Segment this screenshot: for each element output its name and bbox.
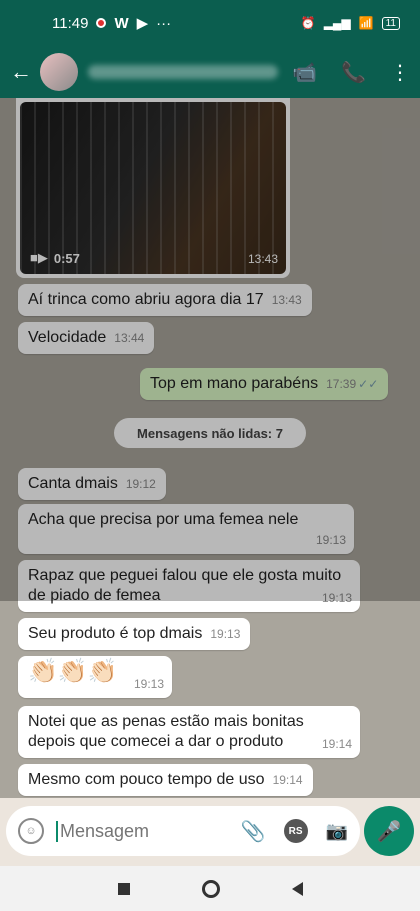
video-camera-icon: ■▶	[30, 250, 48, 265]
message-text: Aí trinca como abriu agora dia 17	[28, 291, 264, 308]
message-text: Notei que as penas estão mais bonitas de…	[28, 713, 304, 750]
message-time: 13:44	[114, 331, 145, 345]
back-nav-icon[interactable]	[291, 881, 303, 896]
camera-icon[interactable]: 📷	[326, 821, 348, 842]
signal-icon: ▂▄▆	[323, 16, 351, 30]
message-bubble[interactable]: Velocidade 13:44	[18, 322, 155, 354]
message-text: Rapaz que peguei falou que ele gosta mui…	[28, 567, 342, 604]
message-time: 19:13	[210, 627, 241, 641]
alarm-icon: ⏰	[300, 16, 316, 30]
composer-bar: ☺ 📎 RS 📷 🎤	[0, 798, 420, 866]
recents-icon[interactable]	[117, 882, 130, 895]
message-text: Velocidade	[28, 329, 107, 346]
message-bubble[interactable]: Aí trinca como abriu agora dia 17 13:43	[18, 284, 312, 316]
read-ticks-icon: ✓✓	[358, 377, 379, 391]
mic-icon: 🎤	[376, 820, 402, 843]
video-thumbnail[interactable]: ■▶ 0:57 13:43	[20, 102, 286, 274]
message-bubble[interactable]: 👏🏻👏🏻👏🏻 19:13	[18, 656, 172, 698]
message-text: 👏🏻👏🏻👏🏻	[28, 658, 118, 685]
cage-bars	[20, 102, 286, 274]
wifi-icon: 📶	[358, 16, 374, 30]
unread-divider: Mensagens não lidas: 7	[114, 418, 306, 448]
chat-area[interactable]: ■▶ 0:57 13:43 Aí trinca como abriu agora…	[0, 98, 420, 798]
payment-rs-icon[interactable]: RS	[283, 819, 308, 843]
video-call-icon[interactable]: 📹	[292, 60, 317, 85]
message-text: Mesmo com pouco tempo de uso	[28, 771, 265, 788]
battery-icon: 11	[381, 16, 400, 30]
home-icon[interactable]	[201, 879, 220, 898]
app-w-icon: W	[114, 14, 129, 32]
message-time: 19:13	[321, 591, 352, 605]
message-text: Canta dmais	[28, 475, 118, 492]
more-options-icon[interactable]: ⋮	[390, 60, 410, 85]
battery-level: 11	[385, 17, 396, 29]
more-notifications-icon: ···	[156, 14, 172, 32]
video-duration: 0:57	[53, 250, 80, 266]
message-bubble[interactable]: Mesmo com pouco tempo de uso 19:14	[18, 764, 313, 796]
mic-button[interactable]: 🎤	[364, 806, 414, 856]
voice-call-icon[interactable]: 📞	[341, 60, 366, 85]
message-time: 19:14	[272, 773, 303, 787]
message-bubble[interactable]: Notei que as penas estão mais bonitas de…	[18, 706, 360, 758]
message-bubble[interactable]: Acha que precisa por uma femea nele 19:1…	[18, 504, 354, 554]
message-time: 19:12	[125, 477, 156, 491]
message-input[interactable]	[56, 820, 226, 842]
system-nav-bar	[0, 866, 420, 911]
message-bubble[interactable]: Canta dmais 19:12	[18, 468, 166, 500]
message-bubble-outgoing[interactable]: Top em mano parabéns 17:39 ✓✓	[140, 368, 389, 400]
message-text: Acha que precisa por uma femea nele	[28, 511, 299, 528]
message-text: Top em mano parabéns	[150, 375, 319, 392]
message-time: 19:14	[321, 737, 352, 751]
video-message[interactable]: ■▶ 0:57 13:43	[16, 98, 290, 278]
message-text: Seu produto é top dmais	[28, 625, 203, 642]
message-bubble[interactable]: Rapaz que peguei falou que ele gosta mui…	[18, 560, 360, 612]
contact-name-blurred[interactable]	[88, 65, 278, 79]
attach-icon[interactable]: 📎	[241, 819, 266, 844]
status-bar: 11:49 W ▶ ··· ⏰ ▂▄▆ 📶 11	[0, 0, 420, 46]
message-bubble[interactable]: Seu produto é top dmais 19:13	[18, 618, 251, 650]
message-time: 17:39	[326, 377, 357, 391]
record-icon	[96, 18, 107, 28]
back-arrow-icon[interactable]: ←	[10, 59, 36, 85]
message-time: 19:13	[315, 533, 346, 547]
chat-header: ← 📹 📞 ⋮	[0, 46, 420, 98]
youtube-icon: ▶	[136, 15, 149, 32]
message-time: 13:43	[271, 293, 302, 307]
emoji-icon[interactable]: ☺	[18, 818, 44, 844]
message-time: 19:13	[133, 677, 164, 691]
video-time: 13:43	[247, 252, 278, 266]
status-time: 11:49	[52, 14, 89, 32]
composer: ☺ 📎 RS 📷	[6, 806, 360, 856]
avatar[interactable]	[40, 53, 78, 91]
